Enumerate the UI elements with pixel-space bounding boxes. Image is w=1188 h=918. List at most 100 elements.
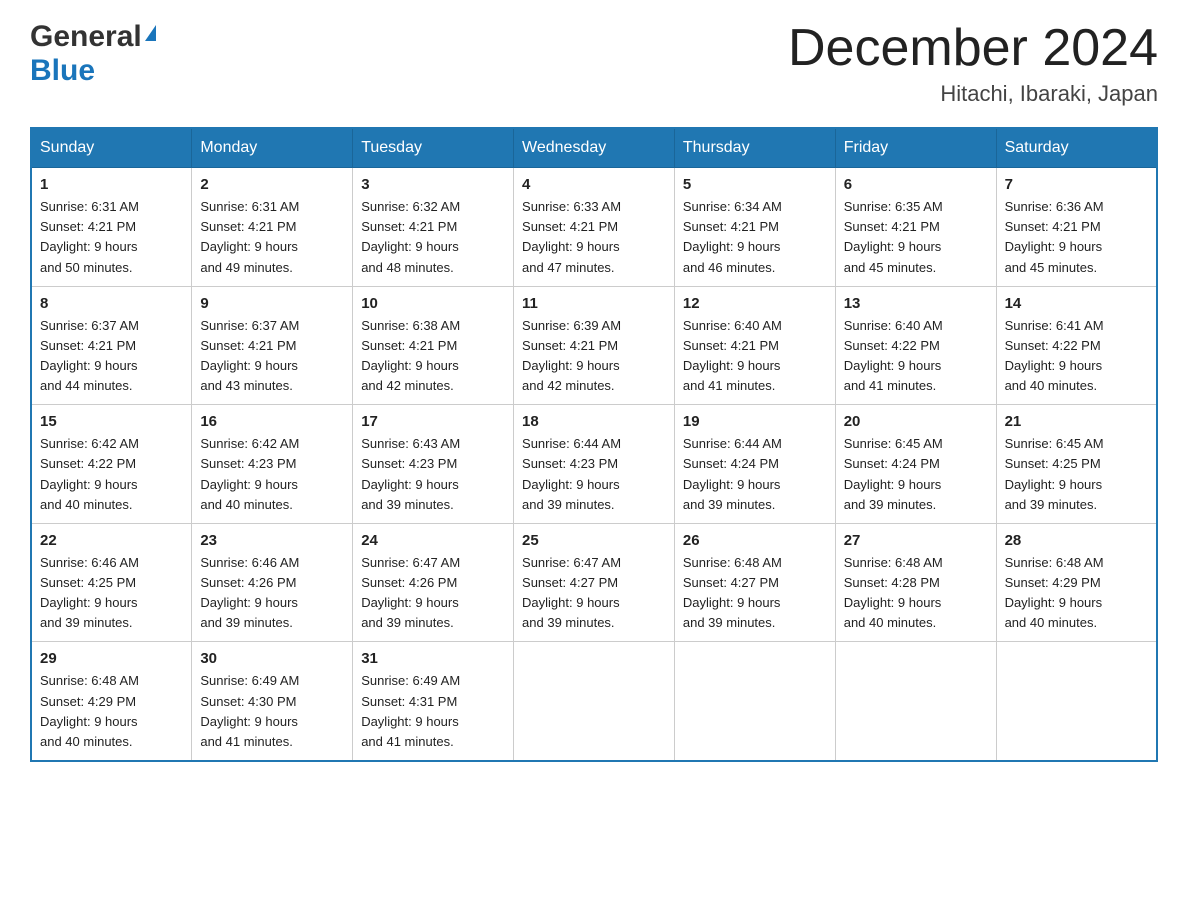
day-info: Sunrise: 6:48 AMSunset: 4:29 PMDaylight:…	[1005, 555, 1104, 630]
day-number: 29	[40, 650, 183, 667]
col-header-thursday: Thursday	[674, 128, 835, 168]
calendar-cell: 18 Sunrise: 6:44 AMSunset: 4:23 PMDaylig…	[514, 405, 675, 524]
day-info: Sunrise: 6:37 AMSunset: 4:21 PMDaylight:…	[40, 318, 139, 393]
month-title: December 2024	[788, 20, 1158, 77]
logo: General Blue	[30, 20, 156, 88]
calendar-cell: 19 Sunrise: 6:44 AMSunset: 4:24 PMDaylig…	[674, 405, 835, 524]
day-number: 5	[683, 176, 827, 193]
day-number: 15	[40, 413, 183, 430]
day-info: Sunrise: 6:41 AMSunset: 4:22 PMDaylight:…	[1005, 318, 1104, 393]
day-info: Sunrise: 6:31 AMSunset: 4:21 PMDaylight:…	[200, 199, 299, 274]
logo-general-text: General	[30, 20, 142, 54]
day-number: 11	[522, 295, 666, 312]
day-info: Sunrise: 6:49 AMSunset: 4:31 PMDaylight:…	[361, 673, 460, 748]
day-info: Sunrise: 6:47 AMSunset: 4:26 PMDaylight:…	[361, 555, 460, 630]
logo-triangle-icon	[145, 25, 156, 41]
col-header-tuesday: Tuesday	[353, 128, 514, 168]
day-info: Sunrise: 6:46 AMSunset: 4:25 PMDaylight:…	[40, 555, 139, 630]
day-number: 13	[844, 295, 988, 312]
day-number: 25	[522, 532, 666, 549]
day-info: Sunrise: 6:42 AMSunset: 4:23 PMDaylight:…	[200, 436, 299, 511]
day-info: Sunrise: 6:49 AMSunset: 4:30 PMDaylight:…	[200, 673, 299, 748]
day-info: Sunrise: 6:32 AMSunset: 4:21 PMDaylight:…	[361, 199, 460, 274]
day-info: Sunrise: 6:44 AMSunset: 4:24 PMDaylight:…	[683, 436, 782, 511]
calendar-week-row: 22 Sunrise: 6:46 AMSunset: 4:25 PMDaylig…	[31, 523, 1157, 642]
calendar-cell: 11 Sunrise: 6:39 AMSunset: 4:21 PMDaylig…	[514, 286, 675, 405]
col-header-friday: Friday	[835, 128, 996, 168]
calendar-cell: 27 Sunrise: 6:48 AMSunset: 4:28 PMDaylig…	[835, 523, 996, 642]
calendar-header-row: SundayMondayTuesdayWednesdayThursdayFrid…	[31, 128, 1157, 168]
col-header-saturday: Saturday	[996, 128, 1157, 168]
calendar-cell: 16 Sunrise: 6:42 AMSunset: 4:23 PMDaylig…	[192, 405, 353, 524]
calendar-week-row: 8 Sunrise: 6:37 AMSunset: 4:21 PMDayligh…	[31, 286, 1157, 405]
col-header-sunday: Sunday	[31, 128, 192, 168]
calendar-cell: 21 Sunrise: 6:45 AMSunset: 4:25 PMDaylig…	[996, 405, 1157, 524]
day-info: Sunrise: 6:42 AMSunset: 4:22 PMDaylight:…	[40, 436, 139, 511]
day-number: 30	[200, 650, 344, 667]
calendar-cell: 31 Sunrise: 6:49 AMSunset: 4:31 PMDaylig…	[353, 642, 514, 761]
calendar-cell: 22 Sunrise: 6:46 AMSunset: 4:25 PMDaylig…	[31, 523, 192, 642]
calendar-cell: 26 Sunrise: 6:48 AMSunset: 4:27 PMDaylig…	[674, 523, 835, 642]
calendar-cell: 23 Sunrise: 6:46 AMSunset: 4:26 PMDaylig…	[192, 523, 353, 642]
col-header-monday: Monday	[192, 128, 353, 168]
day-number: 22	[40, 532, 183, 549]
day-number: 10	[361, 295, 505, 312]
calendar-cell: 7 Sunrise: 6:36 AMSunset: 4:21 PMDayligh…	[996, 168, 1157, 287]
day-info: Sunrise: 6:37 AMSunset: 4:21 PMDaylight:…	[200, 318, 299, 393]
day-number: 14	[1005, 295, 1148, 312]
calendar-cell: 29 Sunrise: 6:48 AMSunset: 4:29 PMDaylig…	[31, 642, 192, 761]
day-info: Sunrise: 6:40 AMSunset: 4:21 PMDaylight:…	[683, 318, 782, 393]
calendar-cell: 17 Sunrise: 6:43 AMSunset: 4:23 PMDaylig…	[353, 405, 514, 524]
day-number: 20	[844, 413, 988, 430]
day-number: 28	[1005, 532, 1148, 549]
day-number: 23	[200, 532, 344, 549]
day-number: 9	[200, 295, 344, 312]
calendar-cell: 9 Sunrise: 6:37 AMSunset: 4:21 PMDayligh…	[192, 286, 353, 405]
day-info: Sunrise: 6:35 AMSunset: 4:21 PMDaylight:…	[844, 199, 943, 274]
day-info: Sunrise: 6:43 AMSunset: 4:23 PMDaylight:…	[361, 436, 460, 511]
day-info: Sunrise: 6:46 AMSunset: 4:26 PMDaylight:…	[200, 555, 299, 630]
day-number: 3	[361, 176, 505, 193]
day-number: 8	[40, 295, 183, 312]
calendar-cell: 1 Sunrise: 6:31 AMSunset: 4:21 PMDayligh…	[31, 168, 192, 287]
calendar-cell: 3 Sunrise: 6:32 AMSunset: 4:21 PMDayligh…	[353, 168, 514, 287]
calendar-week-row: 1 Sunrise: 6:31 AMSunset: 4:21 PMDayligh…	[31, 168, 1157, 287]
calendar-cell: 13 Sunrise: 6:40 AMSunset: 4:22 PMDaylig…	[835, 286, 996, 405]
location-text: Hitachi, Ibaraki, Japan	[788, 81, 1158, 107]
day-number: 19	[683, 413, 827, 430]
calendar-cell: 8 Sunrise: 6:37 AMSunset: 4:21 PMDayligh…	[31, 286, 192, 405]
calendar-cell: 25 Sunrise: 6:47 AMSunset: 4:27 PMDaylig…	[514, 523, 675, 642]
col-header-wednesday: Wednesday	[514, 128, 675, 168]
day-number: 17	[361, 413, 505, 430]
day-info: Sunrise: 6:39 AMSunset: 4:21 PMDaylight:…	[522, 318, 621, 393]
day-info: Sunrise: 6:40 AMSunset: 4:22 PMDaylight:…	[844, 318, 943, 393]
day-number: 18	[522, 413, 666, 430]
calendar-cell	[514, 642, 675, 761]
day-info: Sunrise: 6:33 AMSunset: 4:21 PMDaylight:…	[522, 199, 621, 274]
calendar-cell: 30 Sunrise: 6:49 AMSunset: 4:30 PMDaylig…	[192, 642, 353, 761]
day-info: Sunrise: 6:44 AMSunset: 4:23 PMDaylight:…	[522, 436, 621, 511]
logo-blue-text: Blue	[30, 54, 95, 88]
calendar-cell: 10 Sunrise: 6:38 AMSunset: 4:21 PMDaylig…	[353, 286, 514, 405]
day-number: 26	[683, 532, 827, 549]
day-info: Sunrise: 6:48 AMSunset: 4:28 PMDaylight:…	[844, 555, 943, 630]
calendar-cell: 15 Sunrise: 6:42 AMSunset: 4:22 PMDaylig…	[31, 405, 192, 524]
calendar-cell: 6 Sunrise: 6:35 AMSunset: 4:21 PMDayligh…	[835, 168, 996, 287]
day-number: 2	[200, 176, 344, 193]
calendar-cell: 24 Sunrise: 6:47 AMSunset: 4:26 PMDaylig…	[353, 523, 514, 642]
calendar-cell: 12 Sunrise: 6:40 AMSunset: 4:21 PMDaylig…	[674, 286, 835, 405]
calendar-week-row: 29 Sunrise: 6:48 AMSunset: 4:29 PMDaylig…	[31, 642, 1157, 761]
calendar-cell: 14 Sunrise: 6:41 AMSunset: 4:22 PMDaylig…	[996, 286, 1157, 405]
day-info: Sunrise: 6:47 AMSunset: 4:27 PMDaylight:…	[522, 555, 621, 630]
calendar-cell	[996, 642, 1157, 761]
calendar-cell	[835, 642, 996, 761]
day-info: Sunrise: 6:36 AMSunset: 4:21 PMDaylight:…	[1005, 199, 1104, 274]
day-number: 21	[1005, 413, 1148, 430]
page-header: General Blue December 2024 Hitachi, Ibar…	[30, 20, 1158, 107]
day-number: 16	[200, 413, 344, 430]
day-number: 24	[361, 532, 505, 549]
day-info: Sunrise: 6:48 AMSunset: 4:29 PMDaylight:…	[40, 673, 139, 748]
calendar-cell: 2 Sunrise: 6:31 AMSunset: 4:21 PMDayligh…	[192, 168, 353, 287]
day-info: Sunrise: 6:48 AMSunset: 4:27 PMDaylight:…	[683, 555, 782, 630]
calendar-cell: 5 Sunrise: 6:34 AMSunset: 4:21 PMDayligh…	[674, 168, 835, 287]
